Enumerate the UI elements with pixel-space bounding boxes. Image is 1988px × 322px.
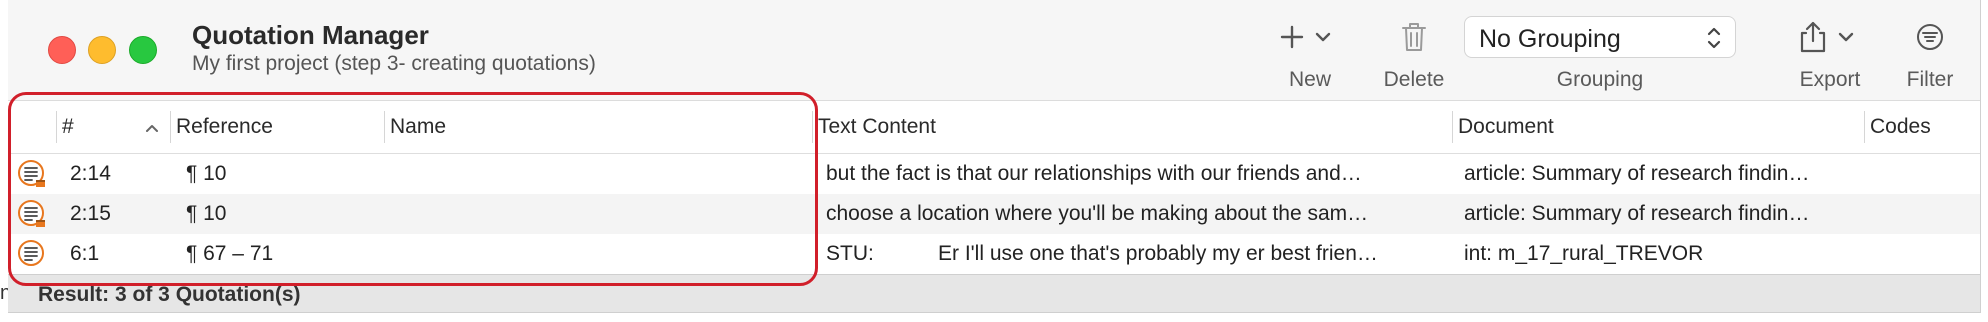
column-header-codes[interactable]: Codes [1870, 115, 1931, 139]
grouping-label: Grouping [1556, 68, 1644, 91]
column-header-name[interactable]: Name [390, 115, 446, 139]
share-icon [1788, 20, 1872, 54]
export-button[interactable]: Export [1788, 0, 1872, 100]
column-separator [812, 111, 813, 143]
updown-chevron-icon [1705, 24, 1723, 57]
quotation-text-content: but the fact is that our relationships w… [826, 162, 1362, 185]
quotation-text-content: choose a location where you'll be making… [826, 202, 1369, 225]
quotation-id: 2:14 [70, 162, 111, 185]
grouping-value: No Grouping [1479, 25, 1621, 53]
status-bar: Result: 3 of 3 Quotation(s) [8, 274, 1980, 312]
window-title: Quotation Manager [192, 20, 429, 50]
trash-icon [1370, 20, 1458, 54]
quotation-document: article: Summary of research findin… [1464, 202, 1810, 225]
quotation-document: article: Summary of research findin… [1464, 162, 1810, 185]
quotation-note-icon [17, 199, 47, 229]
filter-label: Filter [1906, 68, 1954, 91]
quotation-reference: ¶ 67 – 71 [186, 242, 274, 265]
toolbar: Quotation Manager My first project (step… [8, 0, 1980, 101]
quotation-document: int: m_17_rural_TREVOR [1464, 242, 1704, 265]
delete-label: Delete [1383, 68, 1445, 91]
quotation-id: 2:15 [70, 202, 111, 225]
column-header-number[interactable]: # [62, 115, 132, 139]
column-separator [170, 111, 171, 143]
quotation-id: 6:1 [70, 242, 100, 265]
filter-button[interactable]: Filter [1890, 0, 1970, 100]
maximize-window-button[interactable] [129, 36, 157, 64]
filter-icon [1890, 20, 1970, 54]
result-count: Result: 3 of 3 Quotation(s) [38, 283, 301, 306]
column-header-reference[interactable]: Reference [176, 115, 273, 139]
new-label: New [1288, 68, 1331, 91]
table-row[interactable]: 2:15 ¶ 10 choose a location where you'll… [8, 194, 1980, 234]
delete-button[interactable]: Delete [1370, 0, 1458, 100]
new-button[interactable]: New [1270, 0, 1350, 100]
column-header-text-content[interactable]: Text Content [818, 115, 936, 139]
export-label: Export [1799, 68, 1861, 91]
close-window-button[interactable] [48, 36, 76, 64]
minimize-window-button[interactable] [88, 36, 116, 64]
quotation-manager-window: Quotation Manager My first project (step… [8, 0, 1981, 313]
column-separator [56, 111, 57, 143]
quotation-icon [17, 239, 47, 269]
quotation-speaker: STU: [826, 242, 874, 265]
column-separator [1452, 111, 1453, 143]
grouping-select[interactable]: No Grouping [1464, 16, 1736, 58]
quotation-reference: ¶ 10 [186, 162, 227, 185]
table-row[interactable]: 6:1 ¶ 67 – 71 STU: Er I'll use one that'… [8, 234, 1980, 274]
plus-icon [1270, 20, 1350, 54]
quotation-note-icon [17, 159, 47, 189]
quotation-text-content: Er I'll use one that's probably my er be… [938, 242, 1378, 265]
window-subtitle: My first project (step 3- creating quota… [192, 52, 596, 75]
quotation-reference: ¶ 10 [186, 202, 227, 225]
column-separator [1864, 111, 1865, 143]
table-header: # Reference Name Text Content Document C… [8, 101, 1980, 154]
sort-ascending-icon [144, 121, 160, 139]
table-row[interactable]: 2:14 ¶ 10 but the fact is that our relat… [8, 154, 1980, 194]
column-separator [384, 111, 385, 143]
column-header-document[interactable]: Document [1458, 115, 1554, 139]
